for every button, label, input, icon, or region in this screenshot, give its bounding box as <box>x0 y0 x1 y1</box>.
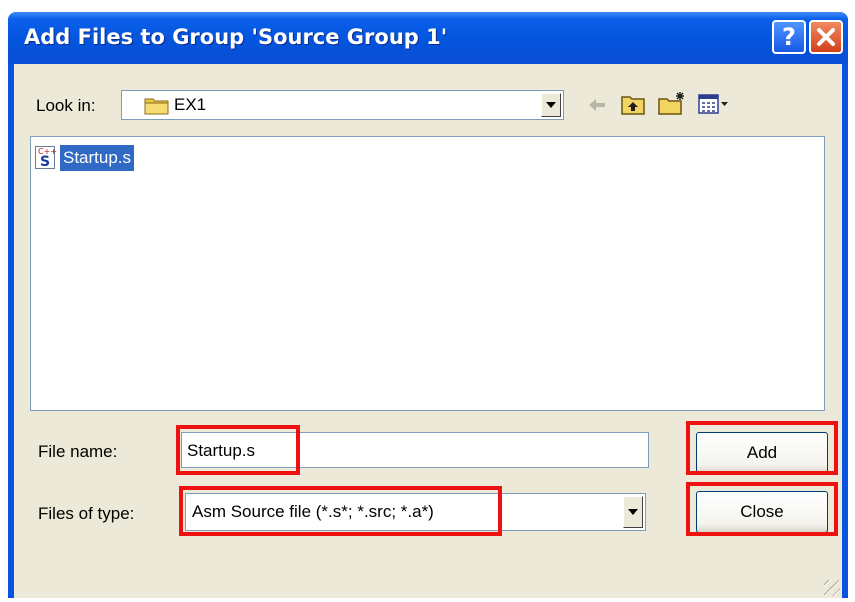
dialog-window: Add Files to Group 'Source Group 1' ? Lo… <box>8 12 848 598</box>
add-button[interactable]: Add <box>696 432 828 474</box>
back-arrow-icon[interactable] <box>587 96 607 114</box>
look-in-value: EX1 <box>174 95 207 114</box>
dialog-title: Add Files to Group 'Source Group 1' <box>24 25 448 49</box>
file-name-label: File name: <box>38 442 118 461</box>
file-list[interactable]: C++ S Startup.s <box>30 136 825 411</box>
title-bar[interactable]: Add Files to Group 'Source Group 1' ? <box>8 12 848 64</box>
files-of-type-value: Asm Source file (*.s*; *.src; *.a*) <box>192 502 434 521</box>
look-in-dropdown[interactable]: EX1 <box>121 90 564 120</box>
folder-icon <box>144 98 169 115</box>
up-folder-icon[interactable] <box>620 92 646 116</box>
files-of-type-dropdown-button[interactable] <box>623 496 643 528</box>
look-in-dropdown-button[interactable] <box>541 93 561 117</box>
view-menu-icon[interactable] <box>698 94 730 116</box>
help-button[interactable]: ? <box>772 20 806 54</box>
file-name-input[interactable]: Startup.s <box>181 432 649 468</box>
asm-source-file-icon: C++ S <box>35 146 57 170</box>
close-button[interactable]: Close <box>696 491 828 533</box>
close-icon <box>817 28 835 46</box>
dialog-body: Look in: EX1 C++ S Startup.s File name: … <box>14 64 842 598</box>
new-folder-icon[interactable] <box>657 90 687 116</box>
files-of-type-dropdown[interactable]: Asm Source file (*.s*; *.src; *.a*) <box>185 493 646 531</box>
look-in-label: Look in: <box>36 96 96 115</box>
file-name-value: Startup.s <box>187 441 256 460</box>
close-window-button[interactable] <box>809 20 843 54</box>
files-of-type-label: Files of type: <box>38 504 135 523</box>
resize-grip[interactable] <box>824 580 840 596</box>
list-item-label: Startup.s <box>60 145 135 171</box>
